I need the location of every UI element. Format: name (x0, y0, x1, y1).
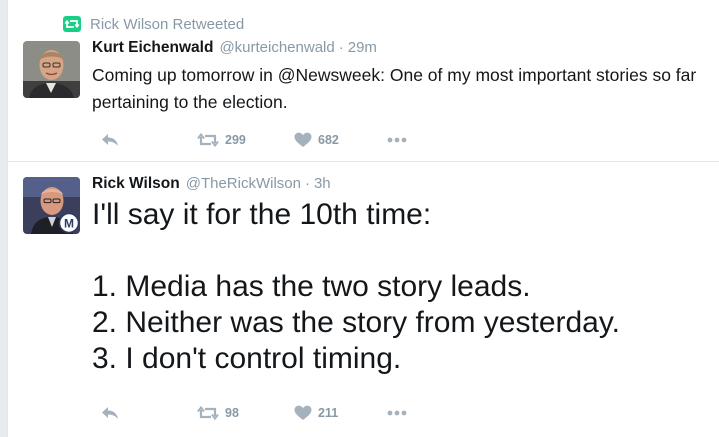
tweet-header: Kurt Eichenwald @kurteichenwald · 29m (92, 39, 377, 57)
tweet-text-line: I'll say it for the 10th time: (92, 198, 432, 231)
tweet-text-line: 1. Media has the two story leads. (92, 270, 531, 303)
reply-icon (101, 406, 119, 420)
retweet-context-text[interactable]: Rick Wilson Retweeted (90, 16, 244, 33)
avatar-badge: M (64, 217, 74, 231)
tweet-text: I'll say it for the 10th time: 1. Media … (92, 197, 712, 377)
avatar[interactable]: M (23, 177, 80, 234)
retweet-button[interactable]: 299 (197, 130, 246, 150)
like-button[interactable]: 682 (294, 130, 339, 150)
reply-icon (101, 133, 119, 147)
author-handle[interactable]: @kurteichenwald (219, 39, 334, 56)
reply-button[interactable] (101, 130, 119, 150)
author-name[interactable]: Rick Wilson (92, 175, 180, 193)
retweet-icon (197, 406, 219, 420)
retweet-button[interactable]: 98 (197, 403, 239, 423)
more-icon (387, 137, 407, 143)
tweet[interactable]: Rick Wilson Retweeted Kurt Eichenwald @k… (8, 0, 719, 162)
tweet-header: Rick Wilson @TheRickWilson · 3h (92, 175, 331, 193)
like-count: 211 (318, 406, 339, 420)
like-count: 682 (318, 133, 339, 147)
tweet[interactable]: M Rick Wilson @TheRickWilson · 3h I'll s… (8, 162, 719, 437)
tweet-actions: 98 211 (92, 403, 422, 423)
retweet-icon (197, 133, 219, 147)
author-name[interactable]: Kurt Eichenwald (92, 39, 213, 57)
reply-button[interactable] (101, 403, 119, 423)
tweet-text-line: 2. Neither was the story from yesterday. (92, 306, 620, 339)
separator: · (304, 175, 310, 192)
timeline-stream: Rick Wilson Retweeted Kurt Eichenwald @k… (7, 0, 719, 437)
separator: · (338, 39, 344, 56)
timestamp[interactable]: 29m (348, 39, 377, 56)
avatar[interactable] (23, 41, 80, 98)
more-button[interactable] (387, 403, 407, 423)
tweet-actions: 299 682 (92, 130, 422, 150)
more-icon (387, 410, 407, 416)
retweet-count: 98 (225, 406, 239, 420)
author-handle[interactable]: @TheRickWilson (186, 175, 301, 192)
timestamp[interactable]: 3h (314, 175, 331, 192)
tweet-text: Coming up tomorrow in @Newsweek: One of … (92, 65, 697, 112)
heart-icon (294, 132, 312, 148)
retweet-count: 299 (225, 133, 246, 147)
like-button[interactable]: 211 (294, 403, 338, 423)
heart-icon (294, 405, 312, 421)
retweet-icon (63, 16, 81, 32)
tweet-text-line (92, 233, 712, 269)
tweet-text-line: 3. I don't control timing. (92, 342, 402, 375)
retweet-context: Rick Wilson Retweeted (63, 15, 244, 33)
more-button[interactable] (387, 130, 407, 150)
